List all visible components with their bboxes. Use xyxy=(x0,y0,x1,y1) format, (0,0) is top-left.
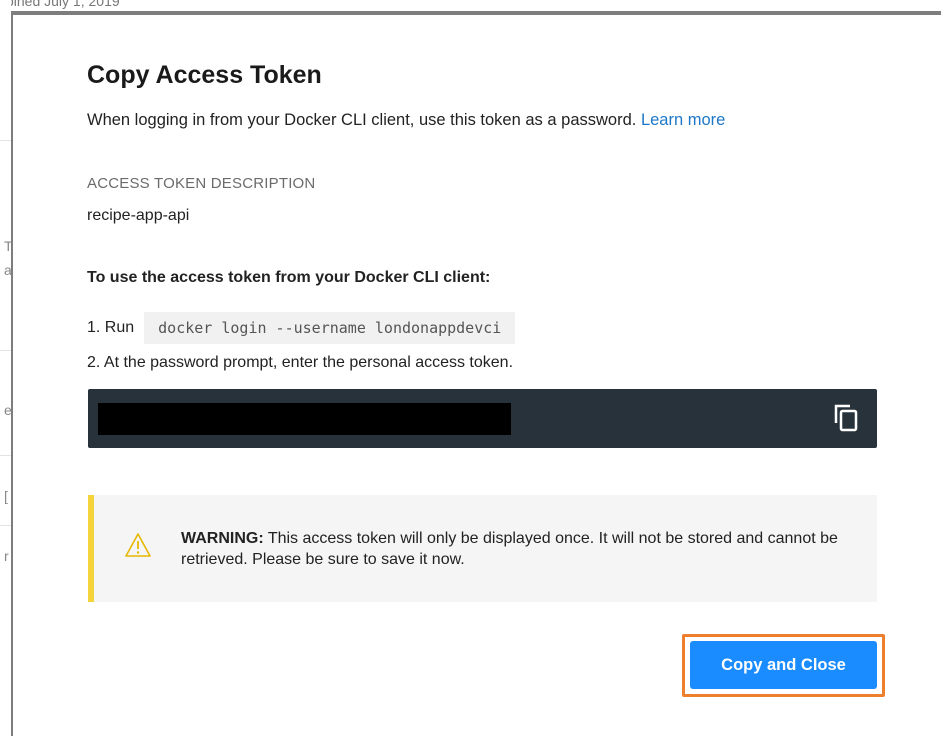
bg-fragment: a xyxy=(4,262,11,278)
bg-fragment: r xyxy=(4,548,9,564)
modal-title: Copy Access Token xyxy=(87,61,322,89)
bg-divider xyxy=(0,140,11,141)
learn-more-link[interactable]: Learn more xyxy=(641,111,725,129)
joined-date-text: oined July 1, 2019 xyxy=(6,0,120,9)
access-token-box xyxy=(88,389,877,448)
copy-and-close-button[interactable]: Copy and Close xyxy=(690,641,877,689)
warning-triangle-icon xyxy=(124,532,152,558)
bg-fragment: T xyxy=(4,238,11,254)
copy-icon[interactable] xyxy=(833,403,859,433)
warning-callout: WARNING: This access token will only be … xyxy=(88,495,877,602)
subtitle-text: When logging in from your Docker CLI cli… xyxy=(87,111,637,129)
step-2: 2. At the password prompt, enter the per… xyxy=(87,354,514,371)
bg-divider xyxy=(0,455,11,456)
warning-bold: WARNING: xyxy=(181,530,264,547)
bg-fragment: e xyxy=(4,402,11,418)
step-1-label: 1. Run xyxy=(87,319,135,336)
docker-login-command[interactable]: docker login --username londonappdevci xyxy=(144,312,516,344)
step-1: 1. Run docker login --username londonapp… xyxy=(87,310,516,346)
description-value: recipe-app-api xyxy=(87,207,190,224)
access-token-value-redacted[interactable] xyxy=(98,403,511,435)
warning-text: WARNING: This access token will only be … xyxy=(181,528,861,570)
warning-message: This access token will only be displayed… xyxy=(181,530,838,568)
instructions-heading: To use the access token from your Docker… xyxy=(87,269,491,286)
background-page: T a e [ r xyxy=(0,0,11,736)
background-top-strip: oined July 1, 2019 xyxy=(0,0,941,11)
bg-divider xyxy=(0,525,11,526)
modal-subtitle: When logging in from your Docker CLI cli… xyxy=(87,111,725,130)
copy-token-modal: Copy Access Token When logging in from y… xyxy=(11,11,941,736)
bg-fragment: [ xyxy=(4,488,8,504)
bg-divider xyxy=(0,350,11,351)
description-label: ACCESS TOKEN DESCRIPTION xyxy=(87,175,316,192)
